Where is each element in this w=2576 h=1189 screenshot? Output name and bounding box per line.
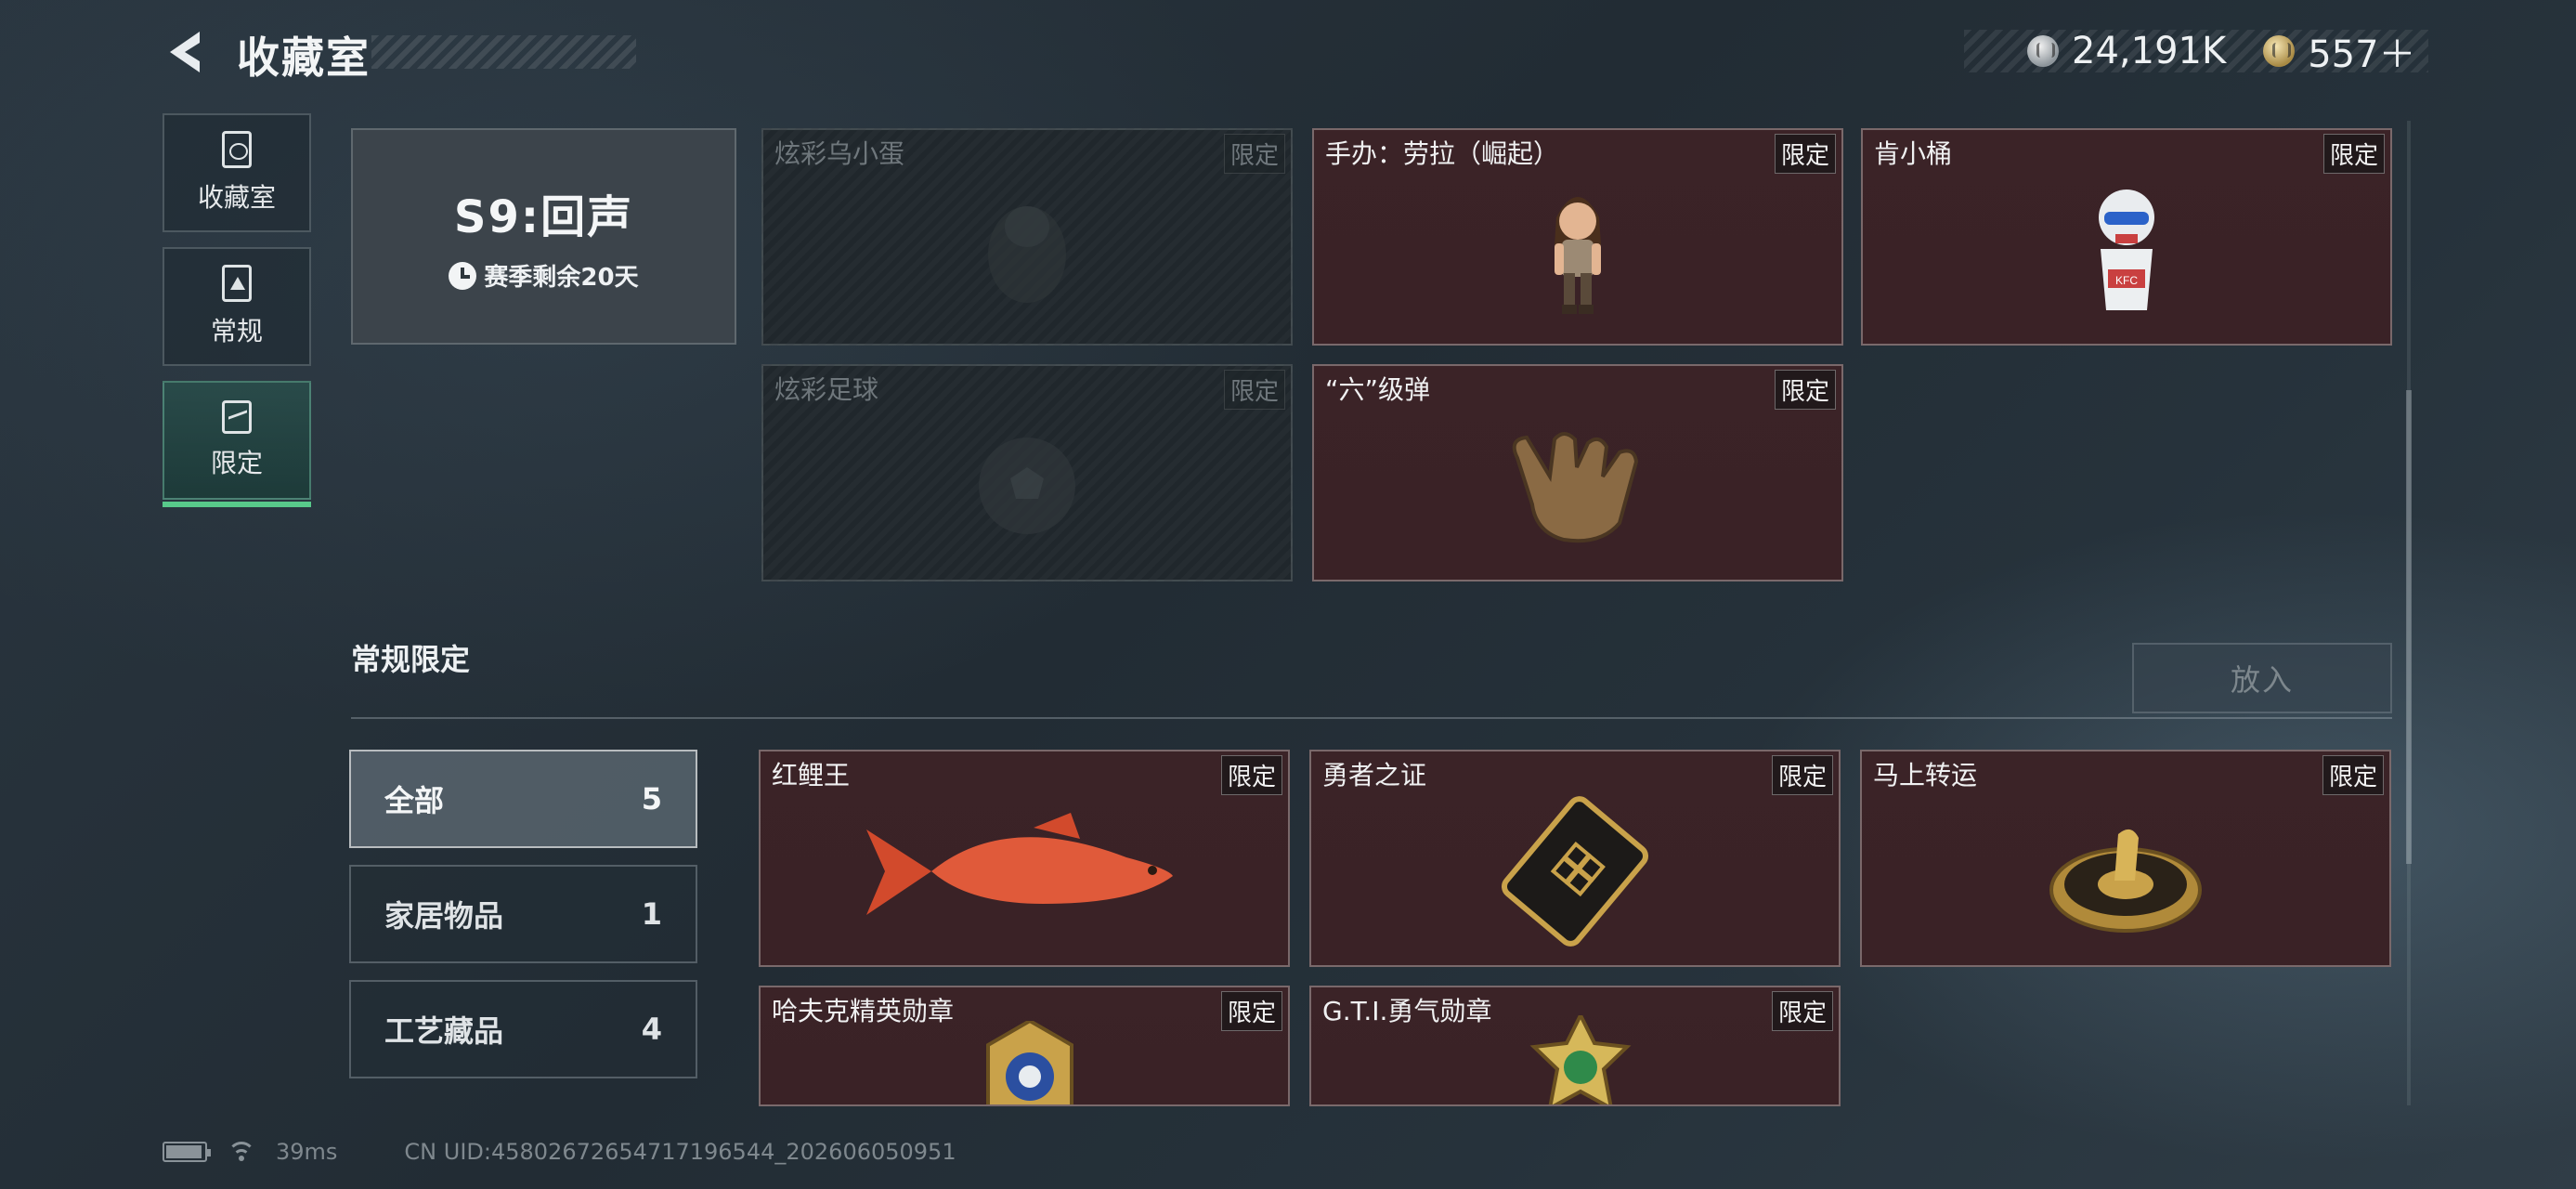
red-carp-icon — [866, 812, 1173, 915]
put-in-button[interactable]: 放入 — [2132, 643, 2392, 713]
sidebar-item-label: 限定 — [210, 448, 263, 478]
kfc-bucket-figure-icon: KFC — [2099, 189, 2154, 310]
filter-household[interactable]: 家居物品 1 — [349, 865, 697, 963]
brave-card-icon — [1502, 795, 1648, 947]
collection-card-red-carp[interactable]: 红鲤王 限定 — [759, 750, 1290, 967]
regular-icon — [222, 265, 252, 302]
clock-icon — [449, 261, 477, 290]
football-icon — [979, 437, 1075, 534]
filter-count: 5 — [641, 781, 662, 817]
limited-badge: 限定 — [1771, 755, 1833, 795]
season-card: S9:回声 赛季剩余20天 — [351, 128, 736, 345]
sidebar-item-limited[interactable]: 限定 — [163, 381, 311, 507]
card-title: 勇者之证 — [1322, 760, 1427, 790]
title-decoration — [371, 35, 636, 69]
collection-card-lara[interactable]: 手办：劳拉（崛起） 限定 — [1312, 128, 1843, 346]
limited-badge: 限定 — [1774, 134, 1836, 174]
limited-badge: 限定 — [2322, 134, 2385, 174]
limited-badge: 限定 — [1774, 370, 1836, 410]
lara-figure-icon — [1555, 196, 1601, 314]
elite-medal-icon — [986, 1021, 1073, 1104]
season-remaining-text: 赛季剩余20天 — [484, 264, 639, 292]
season-remaining: 赛季剩余20天 — [449, 258, 639, 293]
filter-count: 4 — [641, 1012, 662, 1047]
sidebar-item-label: 常规 — [210, 316, 263, 346]
collection-card-six-grade[interactable]: “六”级弹 限定 — [1312, 364, 1843, 581]
egg-figure-icon — [988, 205, 1066, 303]
scrollbar-thumb[interactable] — [2406, 390, 2412, 864]
limited-badge: 限定 — [1220, 991, 1282, 1031]
section-divider — [351, 717, 2392, 719]
limited-icon — [222, 400, 252, 434]
limited-badge: 限定 — [1223, 134, 1285, 174]
back-button[interactable] — [163, 28, 209, 76]
collection-card-brave-proof[interactable]: 勇者之证 限定 — [1309, 750, 1841, 967]
ping-value: 39ms — [276, 1139, 338, 1165]
card-title: 红鲤王 — [772, 760, 851, 790]
wifi-icon — [228, 1142, 255, 1162]
page-title: 收藏室 — [237, 33, 371, 83]
hand-gesture-icon — [1512, 431, 1639, 542]
card-title: 炫彩足球 — [774, 374, 879, 405]
limited-badge: 限定 — [1220, 755, 1282, 795]
limited-badge: 限定 — [1771, 991, 1833, 1031]
card-title: 手办：劳拉（崛起） — [1325, 138, 1560, 169]
limited-badge: 限定 — [1223, 370, 1285, 410]
filter-count: 1 — [641, 896, 662, 932]
collection-card-haavk-medal[interactable]: 哈夫克精英勋章 限定 — [759, 986, 1290, 1106]
battery-icon — [163, 1142, 211, 1162]
collection-card-horse-luck[interactable]: 马上转运 限定 — [1860, 750, 2391, 967]
season-title: S9:回声 — [453, 191, 634, 243]
collection-card-egg[interactable]: 炫彩乌小蛋 限定 — [761, 128, 1293, 346]
card-title: G.T.I.勇气勋章 — [1322, 996, 1492, 1026]
card-title: 肯小桶 — [1874, 138, 1953, 169]
gold-coin-icon — [2263, 35, 2296, 67]
collection-card-kfc[interactable]: 肯小桶 限定 KFC — [1861, 128, 2392, 346]
collection-room-icon — [222, 131, 252, 168]
back-arrow-icon — [170, 32, 200, 72]
card-title: 马上转运 — [1873, 760, 1978, 790]
sidebar-item-label: 收藏室 — [197, 182, 276, 213]
collection-card-football[interactable]: 炫彩足球 限定 — [761, 364, 1293, 581]
collection-card-gti-medal[interactable]: G.T.I.勇气勋章 限定 — [1309, 986, 1841, 1106]
horse-wheel-icon — [2049, 829, 2202, 933]
filter-label: 家居物品 — [384, 898, 504, 934]
silver-currency-value: 24,191K — [2072, 30, 2227, 72]
section-title: 常规限定 — [351, 642, 471, 677]
uid-text: CN UID:4580267265471719654​4_20260605095… — [404, 1139, 956, 1165]
sidebar-item-collection-room[interactable]: 收藏室 — [163, 113, 311, 232]
svg-text:KFC: KFC — [2115, 274, 2138, 287]
filter-all[interactable]: 全部 5 — [349, 750, 697, 848]
silver-coin-icon — [2027, 35, 2059, 67]
filter-crafts[interactable]: 工艺藏品 4 — [349, 980, 697, 1078]
courage-medal-icon — [1529, 1015, 1632, 1104]
limited-badge: 限定 — [2322, 755, 2384, 795]
sidebar-item-regular[interactable]: 常规 — [163, 247, 311, 366]
filter-label: 全部 — [384, 783, 445, 818]
gold-currency-value: 557＋ — [2308, 33, 2416, 76]
card-title: 炫彩乌小蛋 — [774, 138, 905, 169]
status-bar: 39ms CN UID:4580267265471719654​4_202606… — [163, 1139, 956, 1165]
filter-label: 工艺藏品 — [384, 1013, 504, 1049]
currency-bar: 24,191K 557＋ — [1964, 30, 2428, 76]
card-title: 哈夫克精英勋章 — [772, 996, 955, 1026]
card-title: “六”级弹 — [1325, 374, 1431, 405]
